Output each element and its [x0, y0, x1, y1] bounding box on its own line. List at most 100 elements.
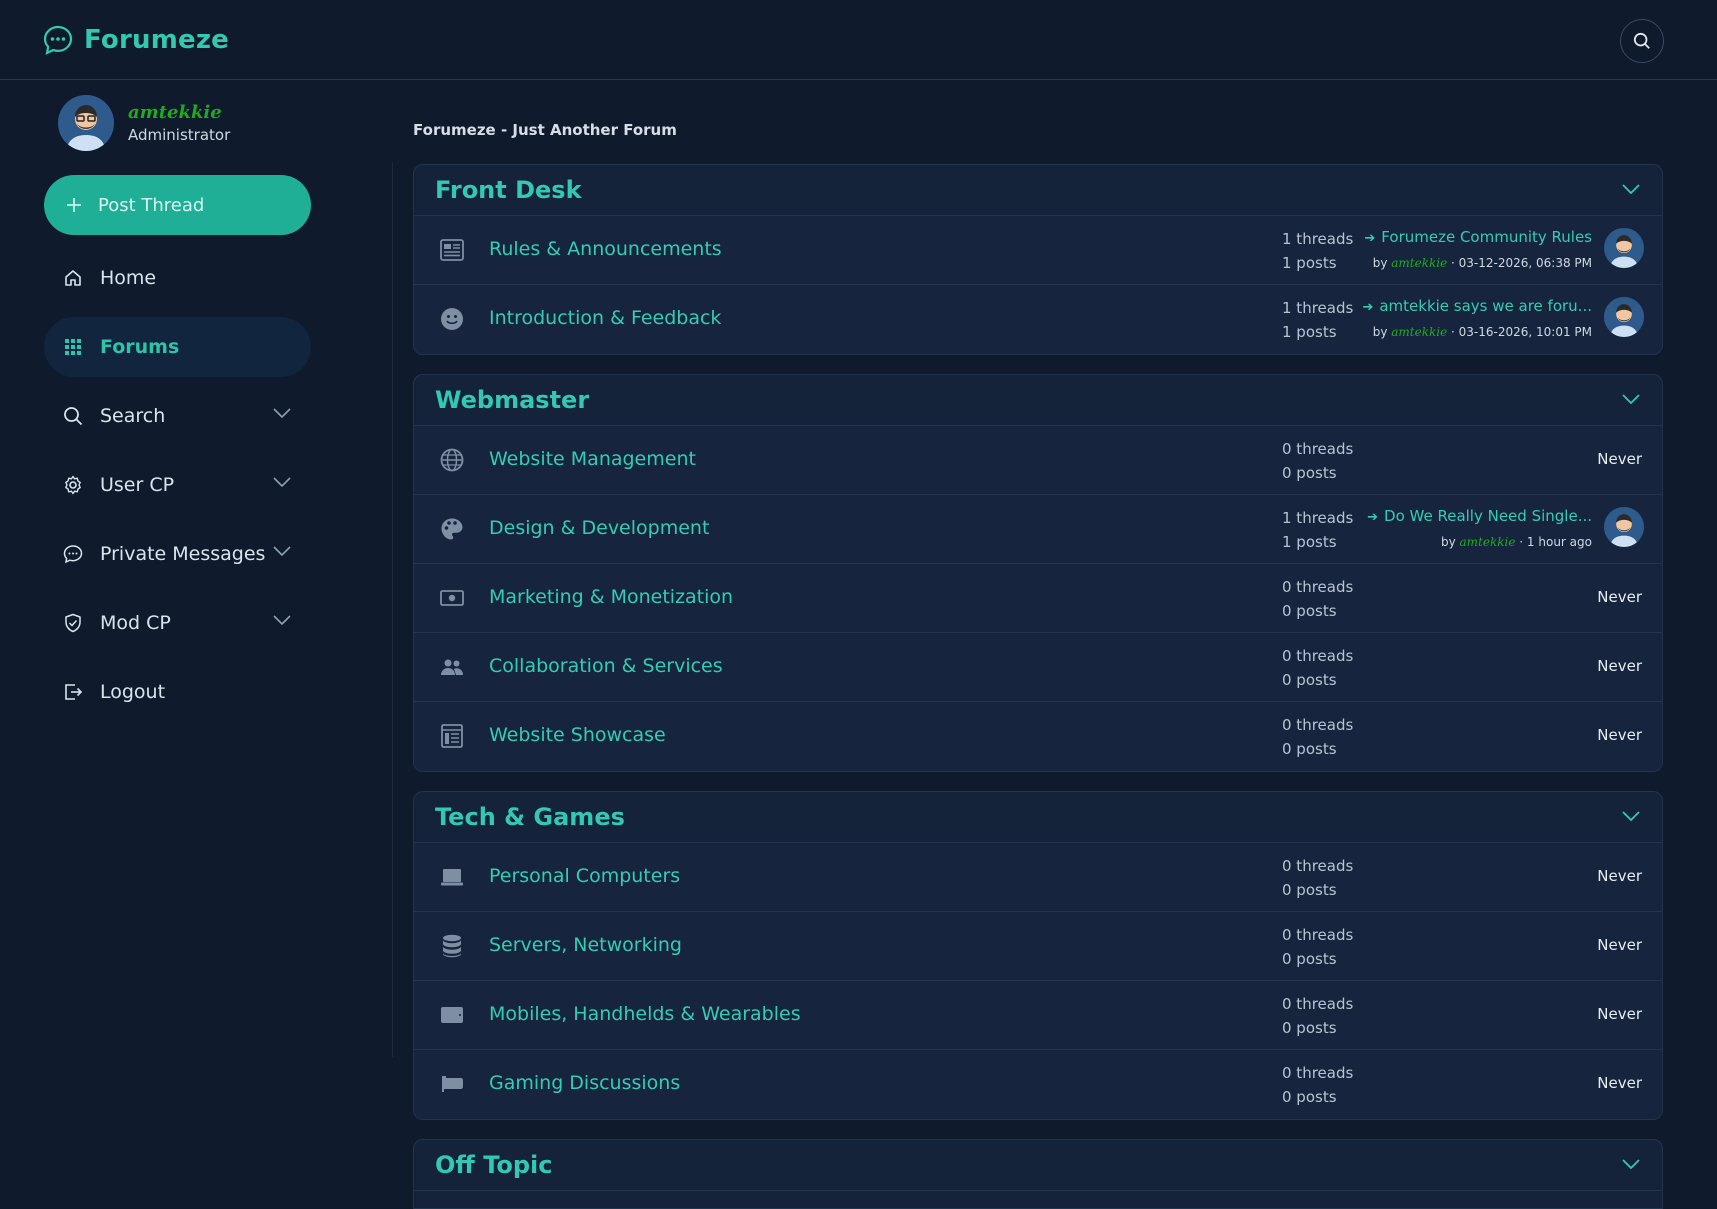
- category-header: Front Desk: [414, 165, 1662, 216]
- grid-icon: [62, 336, 84, 358]
- last-post-user[interactable]: amtekkie: [1460, 535, 1516, 549]
- search-icon: [62, 405, 84, 427]
- money-icon: [440, 586, 464, 610]
- thread-count: 1 threads: [1282, 299, 1354, 317]
- tablet-icon: [440, 1003, 464, 1027]
- smiley-icon: [440, 307, 464, 331]
- forum-link[interactable]: Introduction & Feedback: [489, 307, 721, 329]
- thread-count: 0 threads: [1282, 647, 1354, 665]
- forum-row: Marketing & Monetization 0 threads 0 post…: [414, 564, 1662, 633]
- last-post-meta: by amtekkie · 03-12-2026, 06:38 PM: [1372, 256, 1592, 270]
- username[interactable]: amtekkie: [128, 102, 230, 123]
- sidebar-item-label: User CP: [100, 474, 175, 496]
- avatar[interactable]: [1604, 297, 1644, 337]
- forum-link[interactable]: Collaboration & Services: [489, 655, 723, 677]
- last-post-link[interactable]: ➔ Forumeze Community Rules: [1364, 226, 1592, 250]
- logout-icon: [62, 681, 84, 703]
- brand-name[interactable]: Forumeze: [84, 25, 229, 55]
- forum-link[interactable]: Marketing & Monetization: [489, 586, 733, 608]
- gear-icon: [62, 474, 84, 496]
- thread-count: 1 threads: [1282, 509, 1354, 527]
- category-webmaster: Webmaster Website Management 0 threads 0 …: [413, 374, 1663, 772]
- post-count: 0 posts: [1282, 950, 1337, 968]
- forum-link[interactable]: Design & Development: [489, 517, 709, 539]
- category-title[interactable]: Tech & Games: [435, 803, 625, 831]
- forum-link[interactable]: Gaming Discussions: [489, 1072, 680, 1094]
- thread-count: 1 threads: [1282, 230, 1354, 248]
- home-icon: [62, 267, 84, 289]
- last-post-link[interactable]: ➔ Do We Really Need Single...: [1367, 505, 1592, 529]
- avatar[interactable]: [58, 95, 114, 151]
- chevron-down-icon[interactable]: [1622, 184, 1640, 194]
- user-profile[interactable]: amtekkie Administrator: [58, 95, 230, 151]
- sidebar-item-search[interactable]: Search: [44, 386, 311, 446]
- sidebar-divider: [392, 162, 393, 1057]
- top-bar: Forumeze: [0, 0, 1717, 80]
- plus-icon: [67, 198, 81, 212]
- last-post-never: Never: [1597, 657, 1642, 675]
- sidebar-item-user-cp[interactable]: User CP: [44, 455, 311, 515]
- sidebar: amtekkie Administrator Post Thread Home …: [0, 81, 392, 1199]
- last-post-never: Never: [1597, 726, 1642, 744]
- last-post-never: Never: [1597, 867, 1642, 885]
- search-icon: [1633, 32, 1650, 49]
- forum-stats: 0 threads 0 posts: [1282, 575, 1353, 623]
- thread-count: 0 threads: [1282, 995, 1354, 1013]
- forum-link[interactable]: Website Management: [489, 448, 696, 470]
- last-post-user[interactable]: amtekkie: [1391, 325, 1447, 339]
- post-count: 0 posts: [1282, 671, 1337, 689]
- forum-link[interactable]: Rules & Announcements: [489, 238, 722, 260]
- last-post: ➔ Forumeze Community Rules by amtekkie · …: [1364, 226, 1592, 274]
- forum-link[interactable]: Personal Computers: [489, 865, 680, 887]
- sidebar-item-forums[interactable]: Forums: [44, 317, 311, 377]
- category-title[interactable]: Off Topic: [435, 1151, 553, 1179]
- last-post-meta: by amtekkie · 03-16-2026, 10:01 PM: [1372, 325, 1592, 339]
- category-header: Tech & Games: [414, 792, 1662, 843]
- sidebar-item-mod-cp[interactable]: Mod CP: [44, 593, 311, 653]
- sidebar-item-private-messages[interactable]: Private Messages: [44, 524, 311, 584]
- forum-link[interactable]: Mobiles, Handhelds & Wearables: [489, 1003, 801, 1025]
- forum-stats: 1 threads 1 posts: [1282, 227, 1353, 275]
- post-thread-button[interactable]: Post Thread: [44, 175, 311, 235]
- forum-stats: 0 threads 0 posts: [1282, 644, 1353, 692]
- brand[interactable]: Forumeze: [42, 24, 229, 56]
- sidebar-item-label: Search: [100, 405, 166, 427]
- post-count: 1 posts: [1282, 254, 1337, 272]
- chevron-down-icon[interactable]: [273, 615, 291, 625]
- last-post-user[interactable]: amtekkie: [1391, 256, 1447, 270]
- gamepad-icon: [440, 1072, 464, 1096]
- post-count: 0 posts: [1282, 881, 1337, 899]
- forum-row: Mobiles, Handhelds & Wearables 0 threads…: [414, 981, 1662, 1050]
- chevron-down-icon[interactable]: [273, 546, 291, 556]
- sidebar-item-label: Mod CP: [100, 612, 171, 634]
- last-post-link[interactable]: ➔ amtekkie says we are foru...: [1362, 295, 1592, 319]
- forum-row: Gaming Discussions 0 threads 0 posts Neve…: [414, 1050, 1662, 1119]
- database-icon: [440, 934, 464, 958]
- arrow-right-icon: ➔: [1364, 231, 1376, 246]
- chevron-down-icon[interactable]: [1622, 1159, 1640, 1169]
- chevron-down-icon[interactable]: [273, 408, 291, 418]
- forum-row: Design & Development 1 threads 1 posts ➔ D…: [414, 495, 1662, 564]
- forum-row: Personal Computers 0 threads 0 posts Neve…: [414, 843, 1662, 912]
- user-role: Administrator: [128, 126, 231, 144]
- forum-stats: 0 threads 0 posts: [1282, 713, 1353, 761]
- forum-link[interactable]: Website Showcase: [489, 724, 666, 746]
- chevron-down-icon[interactable]: [1622, 394, 1640, 404]
- last-post-never: Never: [1597, 936, 1642, 954]
- chat-bubble-icon: [62, 543, 84, 565]
- chevron-down-icon[interactable]: [273, 477, 291, 487]
- category-title[interactable]: Front Desk: [435, 176, 582, 204]
- category-title[interactable]: Webmaster: [435, 386, 589, 414]
- forum-link[interactable]: Servers, Networking: [489, 934, 682, 956]
- last-post: ➔ amtekkie says we are foru... by amtekki…: [1362, 295, 1592, 343]
- last-post-never: Never: [1597, 450, 1642, 468]
- chevron-down-icon[interactable]: [1622, 811, 1640, 821]
- post-count: 0 posts: [1282, 1088, 1337, 1106]
- avatar[interactable]: [1604, 228, 1644, 268]
- sidebar-item-home[interactable]: Home: [44, 248, 311, 308]
- avatar[interactable]: [1604, 507, 1644, 547]
- sidebar-item-logout[interactable]: Logout: [44, 662, 311, 722]
- breadcrumb[interactable]: Forumeze - Just Another Forum: [413, 121, 677, 139]
- search-button[interactable]: [1620, 19, 1664, 63]
- forum-row: Introduction & Feedback 1 threads 1 posts…: [414, 285, 1662, 354]
